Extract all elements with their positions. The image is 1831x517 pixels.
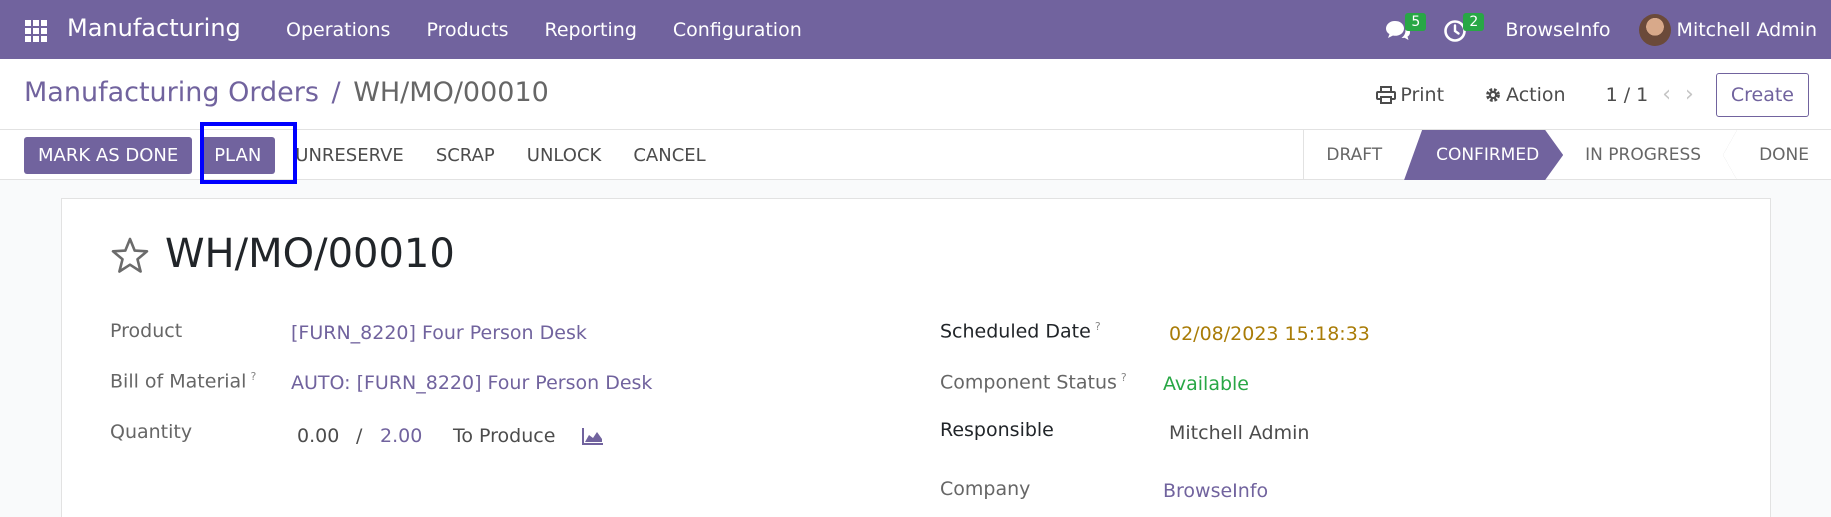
print-button[interactable]: Print — [1376, 84, 1444, 106]
scheduled-date-help-icon[interactable]: ? — [1095, 320, 1101, 333]
scheduled-date-field[interactable]: 02/08/2023 15:18:33 — [1169, 323, 1370, 345]
stage-confirmed[interactable]: CONFIRMED — [1404, 130, 1563, 180]
company-field[interactable]: BrowseInfo — [1163, 480, 1268, 502]
bom-field[interactable]: AUTO: [FURN_8220] Four Person Desk — [291, 372, 652, 394]
pager-next-icon[interactable]: › — [1685, 82, 1694, 107]
quantity-produced-field[interactable]: 0.00 — [297, 425, 339, 447]
action-label: Action — [1506, 83, 1566, 106]
unreserve-button[interactable]: UNRESERVE — [279, 145, 420, 166]
print-icon — [1376, 85, 1397, 104]
systray: 5 2 BrowseInfo Mitchell Admin — [1383, 0, 1831, 59]
responsible-label: Responsible — [940, 419, 1054, 441]
top-navbar: Manufacturing Operations Products Report… — [0, 0, 1831, 59]
scheduled-date-label: Scheduled Date? — [940, 320, 1101, 342]
breadcrumb-separator: / — [331, 77, 341, 108]
mark-as-done-button[interactable]: MARK AS DONE — [24, 136, 193, 174]
stage-separator — [1723, 130, 1738, 180]
stage-pipeline: DRAFT CONFIRMED IN PROGRESS DONE — [1303, 130, 1831, 180]
product-label: Product — [110, 320, 183, 342]
user-menu[interactable]: Mitchell Admin — [1677, 19, 1817, 41]
responsible-field[interactable]: Mitchell Admin — [1169, 422, 1309, 444]
form-sheet: WH/MO/00010 Product [FURN_8220] Four Per… — [61, 198, 1771, 517]
app-title[interactable]: Manufacturing — [67, 14, 241, 42]
bom-label: Bill of Material? — [110, 370, 256, 392]
company-switcher[interactable]: BrowseInfo — [1505, 19, 1610, 41]
gear-icon — [1486, 87, 1500, 102]
quantity-total-field[interactable]: 2.00 — [380, 425, 422, 447]
create-button[interactable]: Create — [1715, 72, 1809, 117]
menu-configuration[interactable]: Configuration — [655, 19, 820, 41]
plan-button[interactable]: PLAN — [200, 136, 276, 174]
user-avatar[interactable] — [1638, 13, 1671, 46]
component-status-help-icon[interactable]: ? — [1121, 371, 1127, 384]
pager-value[interactable]: 1 / 1 — [1606, 84, 1649, 106]
menu-operations[interactable]: Operations — [268, 19, 408, 41]
control-panel-actions: Print Action 1 / 1 ‹ › Create — [1376, 59, 1831, 130]
messages-badge: 5 — [1405, 12, 1427, 31]
component-status-label-text: Component Status — [940, 371, 1117, 394]
action-button[interactable]: Action — [1484, 84, 1566, 106]
breadcrumb-current: WH/MO/00010 — [353, 77, 549, 108]
quantity-separator: / — [356, 425, 363, 447]
star-icon[interactable] — [110, 237, 150, 275]
bom-label-text: Bill of Material — [110, 370, 247, 393]
product-field[interactable]: [FURN_8220] Four Person Desk — [291, 322, 587, 344]
component-status-label: Component Status? — [940, 371, 1127, 393]
stage-draft[interactable]: DRAFT — [1304, 130, 1404, 180]
bom-help-icon[interactable]: ? — [250, 370, 256, 383]
component-status-value: Available — [1163, 373, 1250, 395]
activities-clock-icon[interactable]: 2 — [1441, 12, 1485, 45]
record-name: WH/MO/00010 — [165, 231, 455, 277]
stage-done[interactable]: DONE — [1737, 130, 1831, 180]
breadcrumb-manufacturing-orders[interactable]: Manufacturing Orders — [24, 77, 319, 108]
unlock-button[interactable]: UNLOCK — [511, 145, 618, 166]
quantity-label: Quantity — [110, 421, 193, 443]
menu-reporting[interactable]: Reporting — [527, 19, 655, 41]
messages-icon[interactable]: 5 — [1383, 12, 1427, 45]
area-chart-icon[interactable] — [582, 427, 604, 445]
activities-badge: 2 — [1463, 12, 1485, 31]
stage-in-progress[interactable]: IN PROGRESS — [1563, 130, 1723, 180]
scheduled-date-label-text: Scheduled Date — [940, 320, 1091, 343]
breadcrumb: Manufacturing Orders / WH/MO/00010 — [24, 77, 549, 108]
print-label: Print — [1400, 83, 1445, 106]
statusbar-buttons: MARK AS DONE PLAN UNRESERVE SCRAP UNLOCK… — [24, 130, 722, 180]
menu-products[interactable]: Products — [408, 19, 526, 41]
cancel-button[interactable]: CANCEL — [617, 145, 721, 166]
main-menu: Operations Products Reporting Configurat… — [268, 0, 820, 59]
to-produce-label: To Produce — [453, 425, 556, 447]
form-statusbar: MARK AS DONE PLAN UNRESERVE SCRAP UNLOCK… — [0, 130, 1831, 180]
pager-previous-icon[interactable]: ‹ — [1662, 82, 1671, 107]
control-panel: Manufacturing Orders / WH/MO/00010 Print… — [0, 59, 1831, 130]
apps-grid-icon[interactable] — [25, 20, 47, 42]
scrap-button[interactable]: SCRAP — [420, 145, 511, 166]
company-label: Company — [940, 478, 1031, 500]
